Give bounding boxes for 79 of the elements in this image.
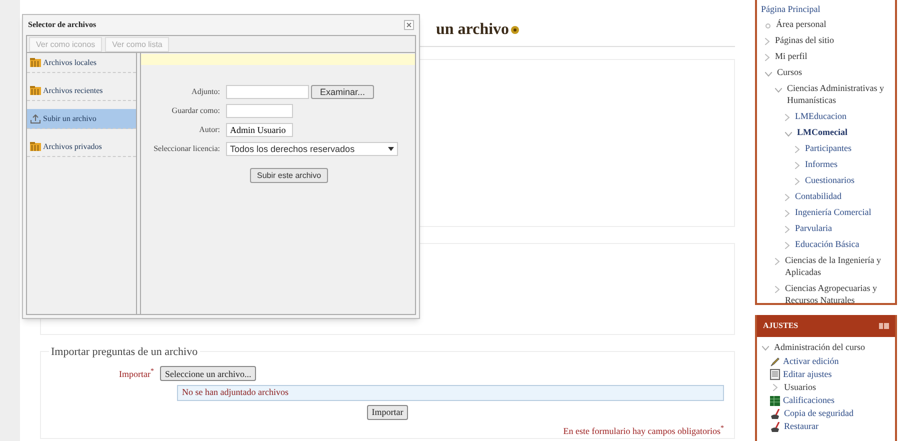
import-button[interactable]: Importar — [366, 404, 408, 420]
nav-link[interactable]: Páginas del sitio — [775, 34, 834, 46]
choose-file-button[interactable]: Seleccione un archivo... — [160, 366, 256, 382]
nav-link[interactable]: Ciencias Administrativas y Humanísticas — [787, 82, 891, 106]
field-label: Importar$^{*}$ — [119, 366, 154, 381]
caret-right-icon — [775, 286, 780, 293]
nav-link[interactable]: Ingeniería Comercial — [795, 206, 872, 218]
nav-link[interactable]: Administración del curso — [774, 340, 865, 354]
field-label: Adjunto: — [190, 86, 220, 98]
license-select[interactable]: Todos los derechos reservados — [226, 142, 398, 156]
folder-icon — [30, 58, 41, 67]
nav-link[interactable]: Parvularia — [795, 222, 832, 234]
browse-button[interactable]: Examinar... — [311, 85, 374, 99]
nav-link[interactable]: LMEducacion — [795, 110, 846, 122]
folder-icon — [30, 86, 41, 95]
nav-link[interactable]: Contabilidad — [795, 190, 842, 202]
caret-right-icon — [773, 384, 778, 391]
settings-link[interactable]: Editar ajustes — [783, 368, 832, 382]
nav-link[interactable]: Cursos — [777, 66, 802, 78]
close-button[interactable] — [404, 20, 414, 30]
spreadsheet-icon — [770, 396, 780, 406]
repository-item[interactable]: Archivos privados — [27, 137, 136, 157]
field-label: Autor: — [198, 124, 220, 136]
caret-right-icon — [765, 38, 770, 45]
caret-down-icon — [762, 346, 769, 351]
settings-link[interactable]: Activar edición — [783, 354, 839, 368]
nav-link[interactable]: Área personal — [776, 18, 826, 30]
caret-right-icon — [785, 114, 790, 121]
nav-link[interactable]: Cuestionarios — [805, 174, 854, 186]
text-field[interactable]: Admin Usuario — [226, 123, 293, 137]
caret-right-icon — [765, 54, 770, 61]
nav-link[interactable]: Participantes — [805, 142, 852, 154]
caret-right-icon — [795, 146, 800, 153]
nav-link[interactable]: Ciencias Agropecuarias y Recursos Naturales — [785, 282, 891, 306]
fieldset-legend: Importar preguntas de un archivo — [49, 344, 200, 360]
caret-right-icon — [795, 178, 800, 185]
nav-link[interactable]: Ciencias de la Ingeniería y Aplicadas — [785, 254, 891, 278]
page-heading: un archivo — [436, 20, 510, 40]
repository-item[interactable]: Archivos recientes — [27, 81, 136, 101]
caret-right-icon — [785, 226, 790, 233]
folder-icon — [30, 142, 41, 151]
dropdown-arrow-icon — [388, 147, 394, 151]
nav-link[interactable]: Página Principal — [761, 2, 891, 16]
caret-down-icon — [765, 72, 772, 77]
caret-right-icon — [775, 258, 780, 265]
caret-right-icon — [795, 162, 800, 169]
settings-link[interactable]: Copia de seguridad — [784, 406, 854, 420]
caret-down-icon — [785, 132, 792, 137]
disk-icon — [770, 422, 781, 432]
repository-item[interactable]: Archivos locales — [27, 53, 136, 73]
caret-down-icon — [775, 88, 782, 93]
file-field[interactable] — [226, 85, 309, 99]
required-note: En este formulario hay campos obligatorios$^{*}$ — [563, 422, 724, 438]
dialog-title: Selector de archivos — [28, 19, 96, 31]
dock-icon — [879, 323, 889, 329]
field-label: Seleccionar licencia: — [152, 143, 220, 155]
caret-right-icon — [785, 194, 790, 201]
field-label: Guardar como: — [170, 105, 220, 117]
close-icon — [406, 22, 412, 28]
settings-link[interactable]: Restaurar — [784, 420, 818, 434]
file-status-bar: No se han adjuntado archivos — [177, 384, 724, 400]
upload-button[interactable]: Subir este archivo — [250, 168, 328, 183]
bullet-icon — [765, 23, 771, 29]
settings-link[interactable]: Calificaciones — [783, 394, 834, 408]
caret-right-icon — [785, 210, 790, 217]
pencil-icon — [770, 356, 780, 366]
repository-item[interactable]: Subir un archivo — [27, 109, 136, 129]
nav-link[interactable]: LMComecial — [797, 126, 848, 138]
nav-link[interactable]: Informes — [805, 158, 838, 170]
block-title: AJUSTES — [763, 320, 798, 332]
caret-right-icon — [785, 242, 790, 249]
document-icon — [770, 369, 780, 380]
nav-link[interactable]: Educación Básica — [795, 238, 860, 250]
nav-link[interactable]: Mi perfil — [775, 50, 808, 62]
upload-icon — [30, 114, 41, 124]
settings-link[interactable]: Usuarios — [784, 380, 816, 394]
disk-icon — [770, 408, 781, 418]
text-field[interactable] — [226, 104, 293, 118]
help-icon — [511, 26, 520, 34]
